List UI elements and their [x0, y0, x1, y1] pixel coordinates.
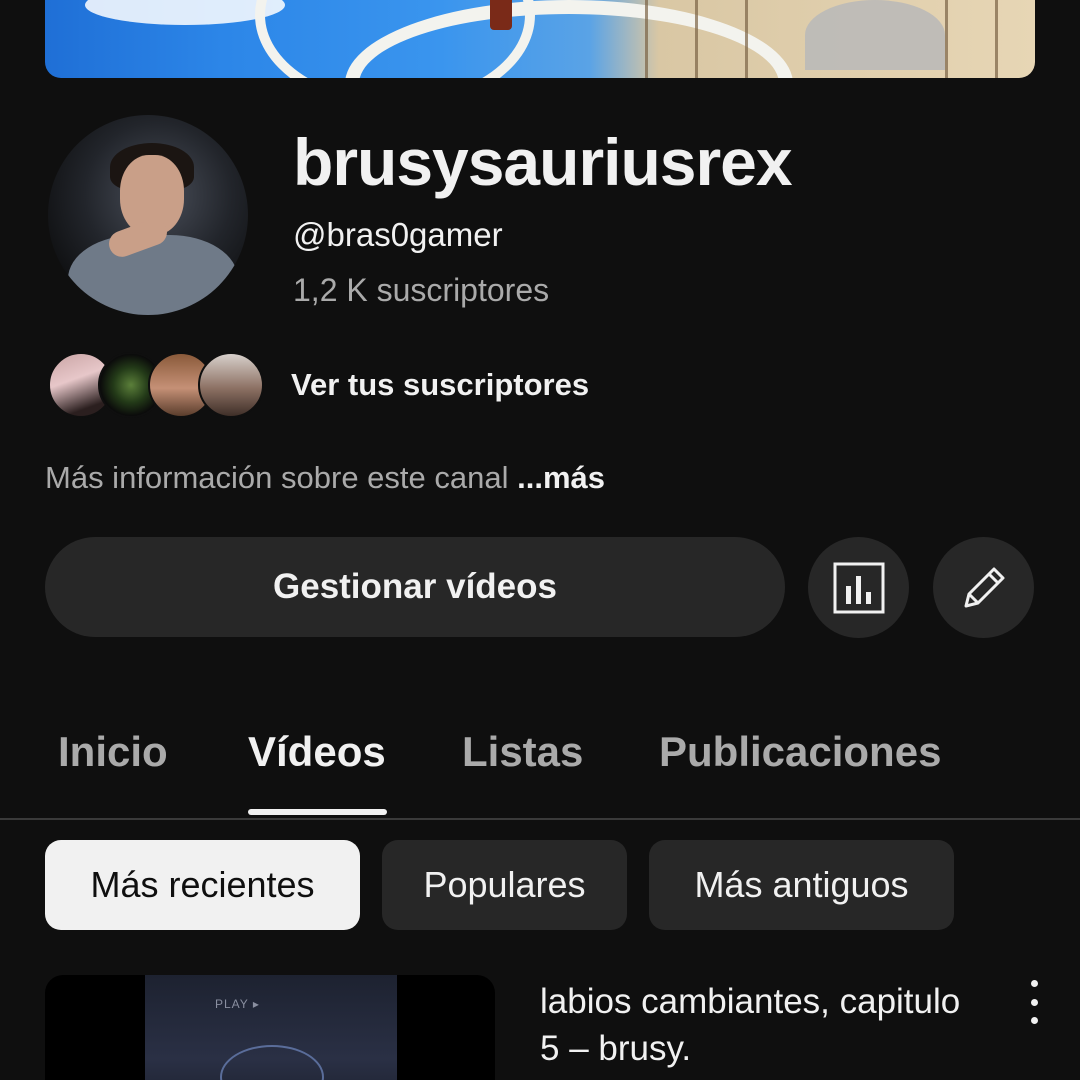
tab-videos[interactable]: Vídeos	[248, 728, 386, 776]
channel-name: brusysauriusrex	[293, 125, 793, 199]
thumbnail-text: PLAY ▸	[215, 997, 260, 1011]
tab-publicaciones[interactable]: Publicaciones	[659, 728, 941, 776]
edit-channel-button[interactable]	[933, 537, 1034, 638]
filter-chip-oldest[interactable]: Más antiguos	[649, 840, 954, 930]
more-options-icon[interactable]	[1018, 980, 1050, 1024]
channel-handle: @bras0gamer	[293, 216, 503, 253]
filter-chip-popular[interactable]: Populares	[382, 840, 627, 930]
channel-page: brusysauriusrex @bras0gamer 1,2 K suscri…	[0, 0, 1080, 1080]
selected-tab-indicator	[248, 809, 387, 815]
channel-tabs: Inicio Vídeos Listas Publicaciones	[0, 700, 1080, 820]
analytics-icon	[833, 562, 884, 613]
tab-inicio[interactable]: Inicio	[58, 728, 168, 776]
channel-description[interactable]: Más información sobre este canal ...más	[45, 460, 605, 496]
subscriber-avatars[interactable]	[48, 352, 268, 420]
filter-chip-recent[interactable]: Más recientes	[45, 840, 360, 930]
video-title[interactable]: labios cambiantes, capitulo 5 – brusy.	[540, 978, 980, 1072]
subscriber-avatar	[198, 352, 264, 418]
analytics-button[interactable]	[808, 537, 909, 638]
channel-description-text: Más información sobre este canal	[45, 460, 509, 495]
pencil-icon	[964, 567, 1004, 607]
channel-avatar[interactable]	[48, 115, 248, 315]
tab-listas[interactable]: Listas	[462, 728, 583, 776]
video-thumbnail[interactable]: PLAY ▸	[45, 975, 495, 1080]
view-subscribers-link[interactable]: Ver tus suscriptores	[291, 367, 589, 403]
manage-videos-button[interactable]: Gestionar vídeos	[45, 537, 785, 637]
more-link[interactable]: ...más	[517, 460, 605, 495]
channel-banner	[45, 0, 1035, 78]
subscriber-count: 1,2 K suscriptores	[293, 272, 550, 308]
